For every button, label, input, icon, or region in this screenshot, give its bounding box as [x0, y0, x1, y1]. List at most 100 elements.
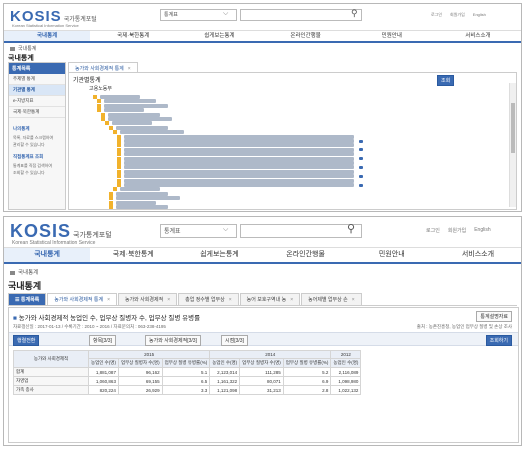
folder-icon[interactable] — [109, 191, 113, 196]
sidebar-item-agency[interactable]: 기관별 통계 — [9, 85, 65, 96]
folder-icon[interactable] — [117, 139, 121, 143]
sidebar-item-subject[interactable]: 주제별 통계 — [9, 74, 65, 85]
tree-item[interactable] — [108, 117, 172, 121]
nav-publications[interactable]: 온라인간행물 — [263, 248, 349, 262]
folder-icon[interactable] — [117, 178, 121, 183]
info-icon[interactable] — [359, 183, 363, 187]
tree-item[interactable] — [116, 125, 168, 130]
folder-icon[interactable] — [101, 112, 105, 117]
tree-item[interactable] — [124, 161, 354, 165]
tree-item[interactable] — [116, 196, 180, 201]
nav-international[interactable]: 국제·북한통계 — [90, 248, 176, 262]
scrollbar[interactable] — [509, 83, 516, 207]
tree-item[interactable] — [120, 130, 184, 135]
search-icon[interactable]: ⚲ — [347, 222, 355, 235]
tree-root[interactable]: 고용노동부 — [89, 85, 112, 92]
tab-3[interactable]: 총업 정수별 업무상 × — [178, 293, 239, 305]
tab-2[interactable]: 농가와 사회경제적 × — [117, 293, 178, 305]
tree-item[interactable] — [124, 152, 354, 157]
folder-icon[interactable] — [97, 99, 101, 104]
search-select[interactable]: 통계표 ⌵ — [160, 224, 237, 238]
query-button[interactable]: 조회 — [437, 75, 455, 86]
tree-item[interactable] — [124, 134, 354, 139]
info-icon[interactable] — [359, 148, 363, 152]
tree-item[interactable] — [124, 156, 354, 161]
folder-icon[interactable] — [105, 121, 109, 126]
tree-item[interactable] — [108, 112, 160, 117]
sidebar-header[interactable]: 통계목록 — [9, 63, 65, 74]
info-icon[interactable] — [359, 157, 363, 161]
folder-icon[interactable] — [109, 125, 113, 130]
signup-link[interactable]: 회원가입 — [448, 227, 466, 234]
tab-5[interactable]: 농어제별 업무상 손 × — [301, 293, 362, 305]
nav-easy[interactable]: 쉽게보는통계 — [176, 31, 262, 41]
stat-desc-button[interactable]: 통계설명자료 — [476, 311, 512, 322]
home-icon[interactable] — [10, 270, 15, 275]
folder-icon[interactable] — [109, 205, 113, 209]
nav-publications[interactable]: 온라인간행물 — [263, 31, 349, 41]
folder-icon[interactable] — [93, 95, 97, 99]
folder-icon[interactable] — [101, 117, 105, 121]
close-icon[interactable]: × — [107, 297, 110, 303]
tree-item[interactable] — [104, 103, 168, 108]
my-stats-title[interactable]: 나의통계 — [9, 124, 65, 134]
close-icon[interactable]: × — [352, 297, 355, 303]
tree-item[interactable] — [100, 95, 140, 99]
tab-4[interactable]: 농어 보호구역내 농 × — [239, 293, 301, 305]
search-select[interactable]: 통계표 ⌵ — [160, 9, 237, 21]
folder-icon[interactable] — [117, 169, 121, 174]
folder-icon[interactable] — [117, 156, 121, 161]
folder-icon[interactable] — [117, 152, 121, 157]
folder-icon[interactable] — [113, 130, 117, 135]
tree-item[interactable] — [124, 169, 354, 174]
period-dropdown[interactable]: 시점[3/3] — [221, 335, 248, 346]
english-link[interactable]: English — [473, 12, 486, 18]
search-icon[interactable]: ⚲ — [351, 8, 358, 19]
tree-item[interactable] — [124, 183, 354, 187]
tree-item[interactable] — [124, 147, 354, 152]
folder-icon[interactable] — [117, 161, 121, 165]
tree-item[interactable] — [124, 143, 354, 148]
close-icon[interactable]: × — [229, 297, 232, 303]
folder-icon[interactable] — [97, 103, 101, 108]
nav-help[interactable]: 민원안내 — [349, 248, 435, 262]
tree-item[interactable] — [104, 99, 156, 104]
search-input[interactable] — [240, 224, 362, 238]
folder-icon[interactable] — [117, 147, 121, 152]
folder-icon[interactable] — [117, 165, 121, 170]
tab-1[interactable]: 농가와 사회경제적 통계 × — [47, 293, 117, 305]
category-dropdown[interactable]: 농가와 사회경제적[3/3] — [145, 335, 201, 346]
search-input[interactable] — [240, 9, 362, 21]
sidebar-item-local[interactable]: e-지방지표 — [9, 96, 65, 107]
tree-item[interactable] — [124, 139, 354, 143]
info-icon[interactable] — [359, 139, 363, 143]
info-icon[interactable] — [359, 174, 363, 178]
english-link[interactable]: English — [474, 227, 490, 234]
folder-icon[interactable] — [117, 174, 121, 179]
folder-icon[interactable] — [117, 183, 121, 187]
login-link[interactable]: 로그인 — [426, 227, 440, 234]
folder-icon[interactable] — [117, 134, 121, 139]
tree-item[interactable] — [124, 174, 354, 179]
item-dropdown[interactable]: 항목[3/3] — [89, 335, 116, 346]
folder-icon[interactable] — [109, 200, 113, 205]
close-icon[interactable]: × — [167, 297, 170, 303]
pivot-button[interactable]: 행렬전환 — [13, 335, 40, 346]
search-button[interactable]: 조회하기 — [485, 335, 512, 346]
nav-international[interactable]: 국제·북한통계 — [90, 31, 176, 41]
tree-item[interactable] — [116, 191, 168, 196]
direct-query-title[interactable]: 직접통계표 조회 — [9, 152, 65, 162]
nav-about[interactable]: 서비스소개 — [435, 248, 521, 262]
tree-item[interactable] — [112, 121, 152, 126]
login-link[interactable]: 로그인 — [431, 12, 442, 18]
tree-item[interactable] — [116, 200, 156, 205]
info-icon[interactable] — [359, 165, 363, 169]
folder-icon[interactable] — [97, 108, 101, 113]
tab-list[interactable]: ☰ 통계목록 — [8, 293, 47, 305]
nav-about[interactable]: 서비스소개 — [435, 31, 521, 41]
tree-item[interactable] — [124, 165, 354, 170]
tree-item[interactable] — [124, 178, 354, 183]
sidebar-item-intl[interactable]: 국제·북한통계 — [9, 107, 65, 118]
tree-item[interactable] — [120, 187, 160, 192]
nav-easy[interactable]: 쉽게보는통계 — [176, 248, 262, 262]
